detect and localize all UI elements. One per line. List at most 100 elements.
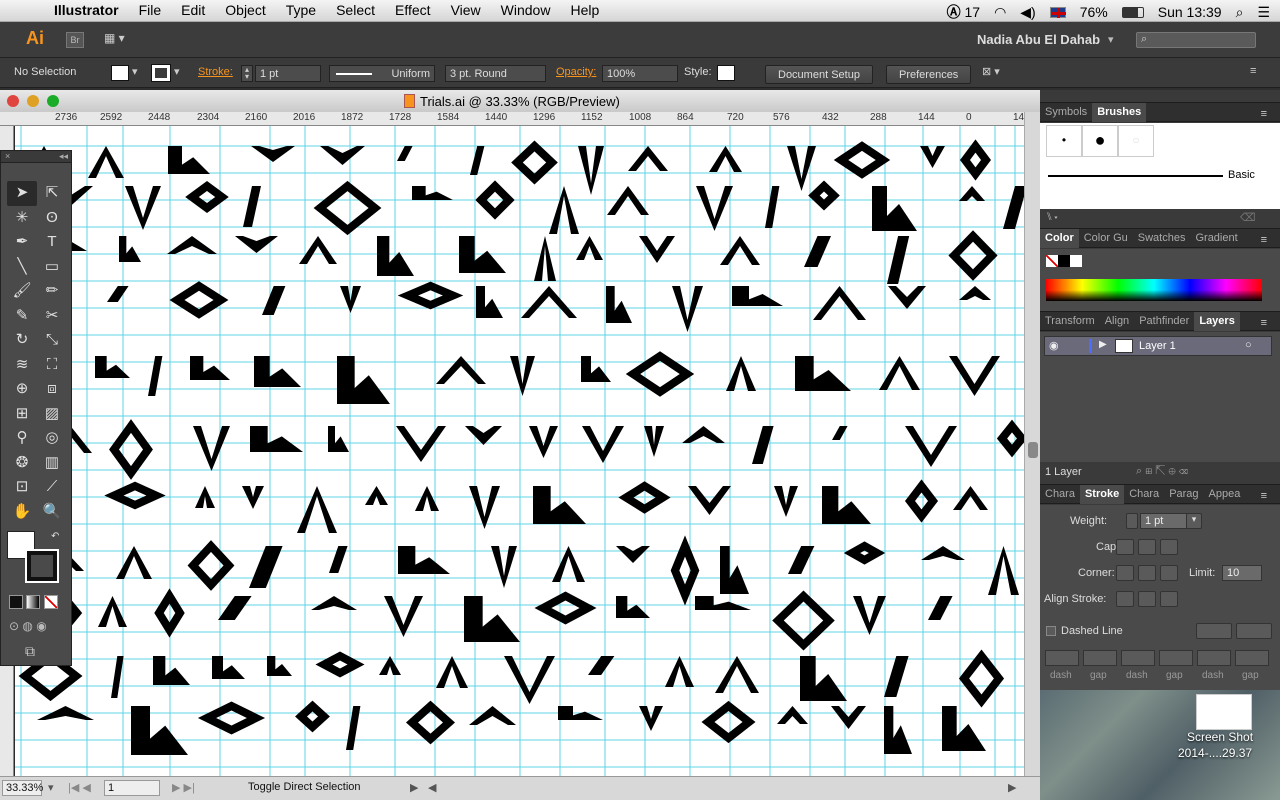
artboard-canvas[interactable] xyxy=(15,126,1024,776)
none-mode-icon[interactable] xyxy=(43,595,58,609)
zoom-tool-icon[interactable]: 🔍 xyxy=(37,500,67,525)
layer-name[interactable]: Layer 1 xyxy=(1139,340,1176,352)
hscroll-left-icon[interactable]: ◀ xyxy=(428,781,436,794)
blend-tool-icon[interactable]: ◎ xyxy=(37,426,67,451)
draw-inside-icon[interactable]: ◉ xyxy=(36,619,46,633)
weight-dropdown-icon[interactable]: ▾ xyxy=(1186,513,1202,529)
desktop-file-date[interactable]: 2014-....29.37 xyxy=(1178,746,1252,760)
hand-tool-icon[interactable]: ✋ xyxy=(7,500,37,525)
rotate-tool-icon[interactable]: ↻ xyxy=(7,328,37,353)
width-tool-icon[interactable]: ≋ xyxy=(7,353,37,378)
black-swatch[interactable] xyxy=(1058,255,1070,267)
brush-large-dot-icon[interactable]: ● xyxy=(1082,125,1118,157)
brush-basic-stroke-icon[interactable] xyxy=(1048,175,1223,177)
scale-tool-icon[interactable]: ⤡ xyxy=(37,328,67,353)
projecting-cap-icon[interactable] xyxy=(1160,539,1178,555)
volume-icon[interactable]: ◀) xyxy=(1020,4,1035,21)
butt-cap-icon[interactable] xyxy=(1116,539,1134,555)
menu-window[interactable]: Window xyxy=(501,2,551,18)
blob-brush-tool-icon[interactable]: ✎ xyxy=(7,304,37,329)
adobe-status[interactable]: Ⓐ 17 xyxy=(947,2,980,22)
search-input[interactable]: ⌕ xyxy=(1136,32,1256,48)
perspective-grid-tool-icon[interactable]: ⧈ xyxy=(37,377,67,402)
brush-libraries-icon[interactable]: ⑊▾ xyxy=(1046,211,1059,223)
hscroll-right-icon[interactable]: ▶ xyxy=(1008,781,1016,794)
fill-chevron-icon[interactable]: ▾ xyxy=(132,65,138,78)
tab-transform[interactable]: Transform xyxy=(1040,312,1100,331)
layers-menu-icon[interactable]: ≡ xyxy=(1256,314,1272,333)
dashed-checkbox[interactable] xyxy=(1046,626,1056,636)
screenshot-file-icon[interactable] xyxy=(1196,694,1252,730)
next-artboard-icon[interactable]: ▶ ▶| xyxy=(172,781,195,794)
direct-selection-tool-icon[interactable]: ⇱ xyxy=(37,181,67,206)
status-arrow-icon[interactable]: ▶ xyxy=(410,781,418,794)
magic-wand-tool-icon[interactable]: ✳ xyxy=(7,206,37,231)
zoom-chevron-icon[interactable]: ▾ xyxy=(48,781,54,794)
color-spectrum[interactable] xyxy=(1046,279,1262,301)
visibility-eye-icon[interactable]: ◉ xyxy=(1049,339,1059,352)
tab-pathfinder[interactable]: Pathfinder xyxy=(1134,312,1194,331)
tab-color[interactable]: Color xyxy=(1040,229,1079,248)
screen-mode-icon[interactable]: ⧉ xyxy=(25,643,35,660)
tab-character-styles[interactable]: Chara xyxy=(1124,485,1164,504)
column-graph-tool-icon[interactable]: ▥ xyxy=(37,451,67,476)
control-menu-icon[interactable]: ≡ xyxy=(1250,65,1256,77)
align-center-icon[interactable] xyxy=(1116,591,1134,607)
type-tool-icon[interactable]: T xyxy=(37,230,67,255)
stroke-weight-field[interactable]: 1 pt xyxy=(255,65,321,82)
weight-stepper[interactable] xyxy=(1126,513,1138,529)
tab-align[interactable]: Align xyxy=(1100,312,1134,331)
layer-row[interactable]: ◉ ▶ Layer 1 ○ xyxy=(1044,336,1272,356)
notification-icon[interactable]: ☰ xyxy=(1257,4,1270,21)
arrange-icon[interactable]: ⊠ ▾ xyxy=(982,65,1000,78)
shape-builder-tool-icon[interactable]: ⊕ xyxy=(7,377,37,402)
stroke-swatch[interactable] xyxy=(151,64,171,82)
pen-tool-icon[interactable]: ✒ xyxy=(7,230,37,255)
artboard-field[interactable]: 1 xyxy=(104,780,160,796)
bevel-join-icon[interactable] xyxy=(1160,565,1178,581)
brush-soft-icon[interactable]: ○ xyxy=(1118,125,1154,157)
artwork-svg[interactable] xyxy=(15,126,1024,776)
miter-join-icon[interactable] xyxy=(1116,565,1134,581)
opacity-field[interactable]: 100% xyxy=(602,65,678,82)
swap-icon[interactable]: ↶ xyxy=(51,531,59,542)
free-transform-tool-icon[interactable]: ⛶ xyxy=(37,353,67,378)
brush-small-dot-icon[interactable]: • xyxy=(1046,125,1082,157)
artboard-tool-icon[interactable]: ⊡ xyxy=(7,475,37,500)
color-mode-icon[interactable] xyxy=(9,595,23,609)
menu-app[interactable]: Illustrator xyxy=(54,2,119,18)
menu-effect[interactable]: Effect xyxy=(395,2,431,18)
selection-tool-icon[interactable]: ➤ xyxy=(7,181,37,206)
fill-stroke-indicator[interactable]: ↶ xyxy=(7,531,63,583)
menu-help[interactable]: Help xyxy=(570,2,599,18)
opacity-label[interactable]: Opacity: xyxy=(556,66,596,78)
tab-brushes[interactable]: Brushes xyxy=(1092,103,1147,122)
mesh-tool-icon[interactable]: ⊞ xyxy=(7,402,37,427)
vertical-scrollbar[interactable] xyxy=(1024,112,1040,776)
gap-field-2[interactable] xyxy=(1159,650,1193,666)
brush-delete-icon[interactable]: ⌫ xyxy=(1240,211,1256,224)
line-tool-icon[interactable]: ╲ xyxy=(7,255,37,280)
workspace-chevron-icon[interactable]: ▾ xyxy=(1108,33,1114,46)
layer-actions-icon[interactable]: ⌕ ⊞ ⇱ ⊕ ⌫ xyxy=(1136,465,1188,478)
menu-view[interactable]: View xyxy=(451,2,481,18)
dash-field-2[interactable] xyxy=(1121,650,1155,666)
stroke-menu-icon[interactable]: ≡ xyxy=(1256,487,1272,506)
align-inside-icon[interactable] xyxy=(1138,591,1156,607)
scroll-thumb[interactable] xyxy=(1028,442,1038,458)
slice-tool-icon[interactable]: ⟋ xyxy=(37,475,67,500)
workspace-user[interactable]: Nadia Abu El Dahab xyxy=(977,32,1100,47)
profile-dropdown[interactable]: Uniform xyxy=(329,65,435,82)
pencil-tool-icon[interactable]: ✏ xyxy=(37,279,67,304)
tab-symbols[interactable]: Symbols xyxy=(1040,103,1092,122)
tab-gradient[interactable]: Gradient xyxy=(1190,229,1242,248)
lasso-tool-icon[interactable]: ʘ xyxy=(37,206,67,231)
dash-preserve-icon[interactable] xyxy=(1236,623,1272,639)
draw-behind-icon[interactable]: ◍ xyxy=(22,619,32,633)
align-outside-icon[interactable] xyxy=(1160,591,1178,607)
horizontal-ruler[interactable]: 2736 2592 2448 2304 2160 2016 1872 1728 … xyxy=(0,112,1024,126)
zoom-button[interactable] xyxy=(47,95,59,107)
tab-color-guide[interactable]: Color Gu xyxy=(1079,229,1133,248)
arrange-documents-button[interactable]: ▦ ▾ xyxy=(104,31,134,49)
target-circle-icon[interactable]: ○ xyxy=(1245,339,1252,351)
